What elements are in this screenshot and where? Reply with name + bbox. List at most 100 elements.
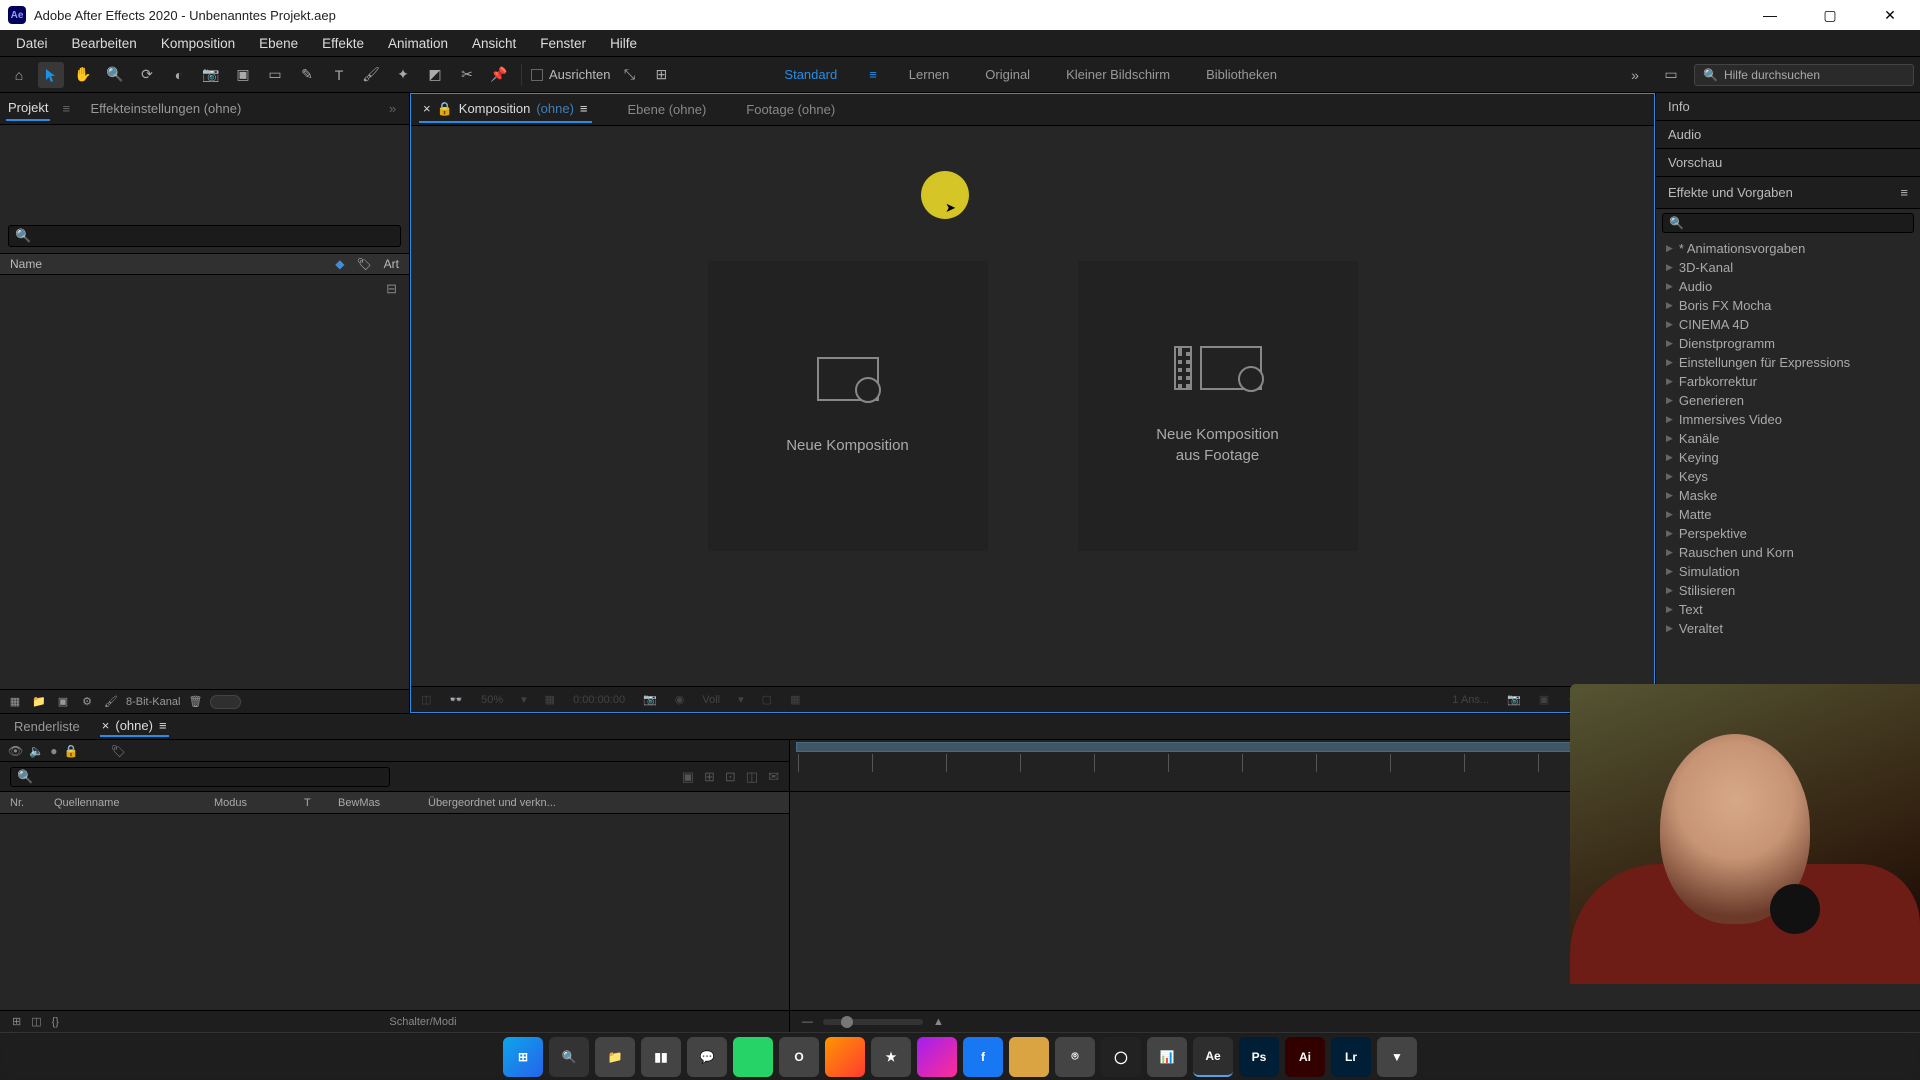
panel-overflow-icon[interactable]: » — [389, 101, 403, 116]
project-item-list[interactable]: ⊟ — [0, 275, 409, 689]
taskbar-search[interactable]: 🔍 — [549, 1037, 589, 1077]
effect-category[interactable]: ▶Audio — [1656, 277, 1920, 296]
taskbar-windows[interactable]: ⊞ — [503, 1037, 543, 1077]
effect-category[interactable]: ▶Rauschen und Korn — [1656, 543, 1920, 562]
project-column-headers[interactable]: Name ◆ 🏷 Art — [0, 253, 409, 275]
col-source[interactable]: Quellenname — [54, 797, 194, 809]
interpret-footage-button[interactable]: ▦ — [6, 695, 24, 708]
brush-tool[interactable]: 🖌 — [358, 62, 384, 88]
tl-footer-btn-1[interactable]: ⊞ — [12, 1015, 21, 1028]
snapshot-icon[interactable]: 📷 — [643, 693, 657, 706]
zoom-in-icon[interactable]: ▲ — [933, 1016, 944, 1028]
col-mode[interactable]: Modus — [214, 797, 284, 809]
menu-bearbeiten[interactable]: Bearbeiten — [62, 34, 147, 53]
taskbar-folder[interactable] — [1009, 1037, 1049, 1077]
lock-toggle-icon[interactable]: 🔒 — [63, 744, 78, 758]
tab-effect-settings[interactable]: Effekteinstellungen (ohne) — [88, 97, 243, 120]
effect-category[interactable]: ▶3D-Kanal — [1656, 258, 1920, 277]
resolution-value[interactable]: Voll — [702, 694, 720, 706]
taskbar-messenger[interactable] — [917, 1037, 957, 1077]
clone-tool[interactable]: ✦ — [390, 62, 416, 88]
panel-preview[interactable]: Vorschau — [1656, 149, 1920, 177]
menu-fenster[interactable]: Fenster — [530, 34, 596, 53]
taskbar-obs[interactable]: ◯ — [1101, 1037, 1141, 1077]
flowchart-icon[interactable]: ⊟ — [386, 281, 397, 297]
solo-toggle-icon[interactable]: ● — [50, 744, 57, 758]
menu-ebene[interactable]: Ebene — [249, 34, 308, 53]
effect-category[interactable]: ▶Matte — [1656, 505, 1920, 524]
effect-category[interactable]: ▶Maske — [1656, 486, 1920, 505]
taskbar-lightroom[interactable]: Lr — [1331, 1037, 1371, 1077]
hand-tool[interactable]: ✋ — [70, 62, 96, 88]
windows-taskbar[interactable]: ⊞🔍📁▮▮💬O★f⌾◯📊AePsAiLr▼ — [0, 1032, 1920, 1080]
tab-timeline-comp[interactable]: × (ohne) ≡ — [100, 716, 169, 737]
tab-project[interactable]: Projekt — [6, 96, 50, 121]
taskbar-after-effects[interactable]: Ae — [1193, 1037, 1233, 1077]
lock-icon[interactable]: 🔒 — [437, 101, 453, 117]
pen-tool[interactable]: ✎ — [294, 62, 320, 88]
project-settings-button[interactable]: ⚙ — [78, 695, 96, 708]
panel-menu-icon[interactable]: ≡ — [62, 101, 76, 116]
shape-tool[interactable]: ▭ — [262, 62, 288, 88]
effects-search-input[interactable]: 🔍 — [1662, 213, 1914, 233]
col-label-icon[interactable]: 🏷 — [356, 257, 371, 271]
zoom-tool[interactable]: 🔍 — [102, 62, 128, 88]
transparency-grid-icon[interactable]: ▦ — [545, 693, 555, 706]
effect-category[interactable]: ▶Text — [1656, 600, 1920, 619]
effect-category[interactable]: ▶* Animationsvorgaben — [1656, 239, 1920, 258]
menu-hilfe[interactable]: Hilfe — [600, 34, 647, 53]
puppet-tool[interactable]: 📌 — [486, 62, 512, 88]
workspace-original[interactable]: Original — [981, 59, 1034, 90]
menu-ansicht[interactable]: Ansicht — [462, 34, 526, 53]
panel-menu-icon[interactable]: ≡ — [580, 101, 588, 116]
effect-category[interactable]: ▶Kanäle — [1656, 429, 1920, 448]
menu-datei[interactable]: Datei — [6, 34, 58, 53]
taskbar-illustrator[interactable]: Ai — [1285, 1037, 1325, 1077]
rotation-tool[interactable]: ◐ — [166, 62, 192, 88]
col-bewmas[interactable]: BewMas — [338, 797, 408, 809]
timeline-column-headers[interactable]: Nr. Quellenname Modus T BewMas Übergeord… — [0, 792, 789, 814]
effect-category[interactable]: ▶Boris FX Mocha — [1656, 296, 1920, 315]
tl-switch-5[interactable]: ✉ — [768, 769, 779, 785]
panel-info[interactable]: Info — [1656, 93, 1920, 121]
mask-icon[interactable]: ◫ — [421, 693, 431, 706]
taskbar-firefox[interactable] — [825, 1037, 865, 1077]
taskbar-opera[interactable]: O — [779, 1037, 819, 1077]
effect-category[interactable]: ▶Keys — [1656, 467, 1920, 486]
orbit-tool[interactable]: ⟳ — [134, 62, 160, 88]
audio-toggle-icon[interactable]: 🔈 — [29, 744, 44, 758]
panel-menu-icon[interactable]: ≡ — [1900, 185, 1908, 200]
effect-category[interactable]: ▶Immersives Video — [1656, 410, 1920, 429]
tab-layer[interactable]: Ebene (ohne) — [624, 98, 711, 121]
tl-switch-4[interactable]: ◫ — [746, 769, 758, 785]
anchor-tool[interactable]: ▣ — [230, 62, 256, 88]
col-parent[interactable]: Übergeordnet und verkn... — [428, 797, 556, 809]
effect-category[interactable]: ▶Dienstprogramm — [1656, 334, 1920, 353]
type-tool[interactable]: T — [326, 62, 352, 88]
effect-category[interactable]: ▶Veraltet — [1656, 619, 1920, 638]
taskbar-photoshop[interactable]: Ps — [1239, 1037, 1279, 1077]
eraser-tool[interactable]: ◩ — [422, 62, 448, 88]
camera-tool[interactable]: 📷 — [198, 62, 224, 88]
panel-menu-icon[interactable]: ≡ — [159, 718, 167, 733]
new-composition-from-footage-card[interactable]: Neue Komposition aus Footage — [1078, 261, 1358, 551]
video-toggle-icon[interactable]: 👁 — [8, 744, 23, 758]
taskbar-facebook[interactable]: f — [963, 1037, 1003, 1077]
tl-switch-3[interactable]: ⊡ — [725, 769, 736, 785]
snap-option-2[interactable]: ⊞ — [648, 62, 674, 88]
workspace-reset-button[interactable]: ▭ — [1658, 62, 1684, 88]
taskbar-app4[interactable]: 📊 — [1147, 1037, 1187, 1077]
project-search-input[interactable]: 🔍 — [8, 225, 401, 247]
window-minimize-button[interactable]: — — [1740, 0, 1800, 30]
menu-animation[interactable]: Animation — [378, 34, 458, 53]
effect-category[interactable]: ▶Einstellungen für Expressions — [1656, 353, 1920, 372]
delete-button[interactable]: 🗑 — [186, 695, 204, 708]
taskbar-teams[interactable]: 💬 — [687, 1037, 727, 1077]
snap-option-1[interactable]: ⤡ — [616, 62, 642, 88]
menu-effekte[interactable]: Effekte — [312, 34, 374, 53]
camera-icon[interactable]: 📷 — [1507, 693, 1521, 706]
close-tab-icon[interactable]: × — [423, 101, 431, 116]
workspace-bibliotheken[interactable]: Bibliotheken — [1202, 59, 1281, 90]
label-toggle-icon[interactable]: 🏷 — [110, 744, 125, 758]
zoom-out-icon[interactable]: — — [802, 1016, 813, 1028]
